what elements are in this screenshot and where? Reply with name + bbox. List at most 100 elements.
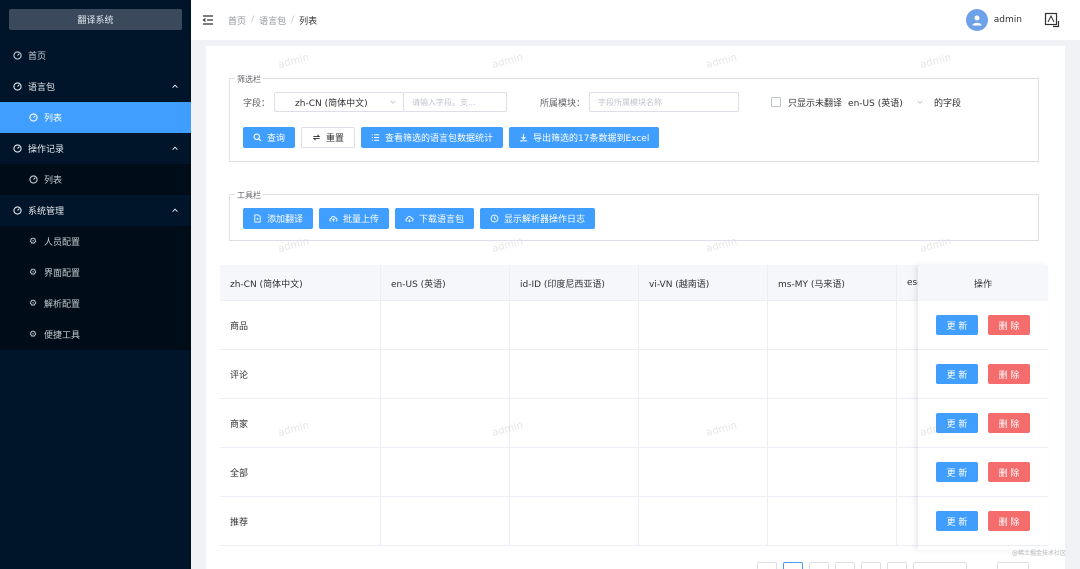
breadcrumb: 首页 / 语言包 / 列表 (228, 14, 317, 27)
field-search-input[interactable]: 请输入字段。支... (403, 92, 508, 112)
table-cell (381, 301, 510, 350)
table-cell (510, 399, 639, 448)
chevron-down-icon (917, 100, 923, 104)
table-cell (510, 350, 639, 399)
sidebar-item-label: 人员配置 (44, 238, 81, 248)
bulk-upload-button[interactable]: 批量上传 (319, 208, 390, 229)
top-header: 首页 / 语言包 / 列表 admin (191, 0, 1080, 40)
update-button[interactable]: 更 新 (936, 511, 978, 531)
delete-button[interactable]: 删 除 (988, 413, 1030, 433)
page-jump-input[interactable] (997, 562, 1029, 569)
page-button[interactable] (783, 562, 803, 569)
module-input[interactable]: 字段所属模块名称 (589, 92, 740, 112)
column-header: es- (907, 278, 918, 288)
sidebar-item-langpack[interactable]: 语言包 (0, 71, 191, 102)
table-cell (639, 301, 768, 350)
menu-fold-icon[interactable] (202, 14, 214, 26)
export-button[interactable]: 导出筛选的17条数据到Excel (509, 127, 660, 148)
export-button-label: 导出筛选的17条数据到Excel (533, 134, 650, 144)
chevron-up-icon (172, 84, 178, 88)
page-button[interactable] (835, 562, 855, 569)
gear-icon: ⚙ (28, 329, 38, 340)
table-cell: 商品 (220, 301, 381, 350)
delete-button[interactable]: 删 除 (988, 364, 1030, 384)
watermark: admin (277, 52, 311, 71)
update-button[interactable]: 更 新 (936, 413, 978, 433)
add-translation-button[interactable]: 添加翻译 (243, 208, 314, 229)
sidebar-item-ui-config[interactable]: ⚙ 界面配置 (0, 257, 191, 288)
table-cell (639, 350, 768, 399)
sidebar-item-tools[interactable]: ⚙ 便捷工具 (0, 319, 191, 350)
sidebar-item-parse-config[interactable]: ⚙ 解析配置 (0, 288, 191, 319)
table-cell (768, 399, 897, 448)
sidebar-item-oplog-list[interactable]: 列表 (0, 164, 191, 195)
sidebar-item-oplog[interactable]: 操作记录 (0, 133, 191, 164)
gear-icon: ⚙ (28, 267, 38, 278)
update-button[interactable]: 更 新 (936, 364, 978, 384)
field-lang-select[interactable]: zh-CN (简体中文) (274, 92, 405, 112)
langpack-table: zh-CN (简体中文) en-US (英语) id-ID (印度尼西亚语) v… (220, 265, 1048, 550)
user-menu[interactable]: admin (965, 9, 1022, 31)
download-langpack-label: 下载语言包 (419, 215, 465, 225)
dashboard-icon (12, 82, 22, 92)
reset-button-label: 重置 (326, 134, 345, 144)
table-cell (768, 301, 897, 350)
gear-icon: ⚙ (28, 236, 38, 247)
page-button[interactable] (809, 562, 829, 569)
sidebar-item-label: 首页 (28, 52, 47, 62)
toolbar-legend: 工具栏 (235, 190, 263, 201)
untranslated-checkbox[interactable] (771, 97, 782, 107)
reset-button[interactable]: 重置 (301, 127, 356, 148)
sidebar-item-label: 便捷工具 (44, 331, 81, 341)
breadcrumb-home[interactable]: 首页 (228, 14, 246, 27)
update-button[interactable]: 更 新 (936, 315, 978, 335)
next-page-button[interactable] (887, 562, 907, 569)
sidebar-item-label: 系统管理 (28, 207, 65, 217)
user-icon (972, 15, 982, 26)
app-title: 翻译系统 (9, 9, 182, 30)
stats-button-label: 查看筛选的语言包数据统计 (385, 134, 494, 144)
sidebar-item-langpack-list[interactable]: 列表 (0, 102, 191, 133)
column-header: id-ID (印度尼西亚语) (510, 265, 639, 301)
dashboard-icon (12, 206, 22, 216)
breadcrumb-langpack[interactable]: 语言包 (259, 14, 286, 27)
prev-page-button[interactable] (757, 562, 777, 569)
table-cell (381, 350, 510, 399)
sidebar-item-label: 语言包 (28, 83, 56, 93)
untranslated-lang-select[interactable]: en-US (英语) (842, 92, 929, 112)
stats-button[interactable]: 查看筛选的语言包数据统计 (361, 127, 504, 148)
sidebar-item-sysmgmt[interactable]: 系统管理 (0, 195, 191, 226)
clock-icon (490, 214, 499, 223)
watermark: admin (919, 52, 953, 71)
delete-button[interactable]: 删 除 (988, 511, 1030, 531)
sidebar-item-home[interactable]: 首页 (0, 40, 191, 71)
chevron-up-icon (172, 208, 178, 212)
field-search-placeholder: 请输入字段。支... (412, 97, 476, 107)
sidebar: 翻译系统 首页 语言包 列表 操作记录 列表 系统管理 ⚙ 人员配置 ⚙ 界面配… (0, 0, 191, 569)
download-langpack-button[interactable]: 下载语言包 (395, 208, 475, 229)
pagination (757, 562, 1035, 569)
sidebar-item-label: 操作记录 (28, 145, 65, 155)
table-cell (510, 448, 639, 497)
table-cell (768, 497, 897, 546)
breadcrumb-separator: / (291, 15, 295, 25)
chevron-down-icon (390, 100, 396, 104)
fullscreen-icon[interactable] (1044, 12, 1060, 28)
watermark: admin (705, 52, 739, 71)
column-header: en-US (英语) (381, 265, 510, 301)
page-size-select[interactable] (913, 562, 967, 569)
table-cell (639, 399, 768, 448)
column-header: ms-MY (马来语) (768, 265, 897, 301)
parser-log-button[interactable]: 显示解析器操作日志 (480, 208, 596, 229)
update-button[interactable]: 更 新 (936, 462, 978, 482)
page-button[interactable] (861, 562, 881, 569)
table-cell (768, 448, 897, 497)
query-button[interactable]: 查询 (243, 127, 296, 148)
delete-button[interactable]: 删 除 (988, 315, 1030, 335)
field-suffix: 的字段 (934, 98, 962, 109)
cloud-upload-icon (329, 216, 338, 222)
add-translation-label: 添加翻译 (267, 215, 304, 225)
sidebar-item-users[interactable]: ⚙ 人员配置 (0, 226, 191, 257)
delete-button[interactable]: 删 除 (988, 462, 1030, 482)
sidebar-item-label: 列表 (44, 114, 63, 124)
